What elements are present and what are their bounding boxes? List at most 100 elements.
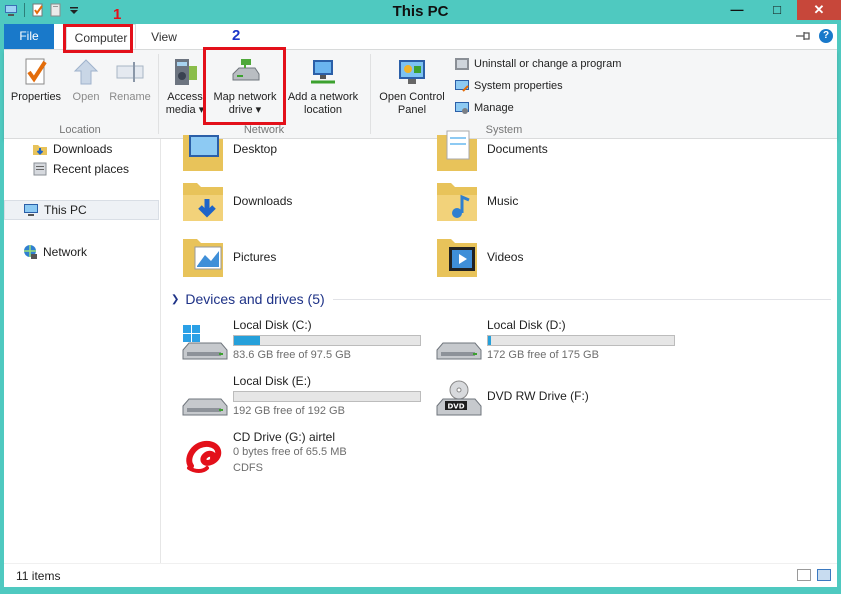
downloads-icon [33,145,47,155]
drive-usage-bar [233,391,421,402]
dvd-drive-icon: DVD [436,380,482,416]
highlight-map-network-drive [203,47,286,125]
view-toggle [797,569,831,581]
add-network-location-icon [311,60,335,84]
drive-usage-fill [488,336,491,345]
drive-name: CD Drive (G:) airtel [233,430,336,444]
close-button[interactable]: ✕ [797,0,841,20]
folder-label: Downloads [233,194,293,208]
desktop-folder-icon [183,135,223,171]
step-2-label: 2 [232,27,241,44]
uninstall-program-label: Uninstall or change a program [474,58,622,70]
highlight-computer-tab [63,24,133,53]
large-icons-view-icon[interactable] [817,569,831,581]
status-bar: 11 items [4,563,837,587]
add-network-location-label-1: Add a network [287,91,359,103]
rename-button[interactable]: Rename [106,56,154,104]
drive-free-space: 192 GB free of 192 GB [233,405,345,417]
recent-places-icon [33,162,47,176]
hard-drive-icon [436,342,482,360]
drive-name: Local Disk (E:) [233,374,312,388]
properties-button[interactable]: Properties [8,56,64,104]
folder-desktop[interactable]: Desktop [181,125,277,173]
access-media-label-1: Access [167,91,203,103]
airtel-cd-icon [186,440,222,473]
drive-e[interactable]: Local Disk (E:) 192 GB free of 192 GB [181,374,431,424]
ribbon-right-controls: ? [795,29,833,43]
drive-free-space: 83.6 GB free of 97.5 GB [233,349,352,361]
window-controls: — □ ✕ [717,0,841,20]
drive-usage-bar [487,335,675,346]
nav-item-downloads[interactable]: Downloads [4,139,159,159]
window-title: This PC [392,3,449,20]
nav-label-this-pc: This PC [44,203,87,217]
drive-free-space: 172 GB free of 175 GB [487,349,599,361]
title-bar: This PC — □ ✕ [0,0,841,24]
folder-downloads[interactable]: Downloads [181,177,292,225]
devices-group-header[interactable]: ❯ Devices and drives (5) [161,289,831,309]
open-label: Open [72,91,100,103]
folder-label: Desktop [233,142,278,156]
nav-label-downloads: Downloads [53,142,113,156]
minimize-button[interactable]: — [717,0,757,20]
group-separator [370,54,371,134]
access-media-icon [175,59,197,85]
open-control-panel-button[interactable]: Open Control Panel [374,56,450,117]
drive-name: DVD RW Drive (F:) [487,389,589,403]
uninstall-program-button[interactable]: Uninstall or change a program [454,54,621,74]
control-panel-icon [399,60,425,84]
navigation-pane: Downloads Recent places This PC Network [4,139,161,563]
tab-view[interactable]: View [144,24,184,49]
step-1-label: 1 [113,6,122,23]
nav-label-network: Network [43,245,88,259]
folder-documents[interactable]: Documents [435,125,548,173]
devices-group-title: Devices and drives (5) [185,291,325,307]
pictures-folder-icon [183,239,223,277]
add-network-location-label-2: location [304,104,342,116]
svg-text:DVD: DVD [447,403,464,411]
properties-label: Properties [10,91,62,103]
folder-pictures[interactable]: Pictures [181,233,276,281]
system-properties-label: System properties [474,80,563,92]
drive-usage-fill [234,336,261,345]
music-folder-icon [437,183,477,221]
folder-label: Documents [487,142,548,156]
drive-free-space: 0 bytes free of 65.5 MB [233,446,347,458]
nav-item-recent-places[interactable]: Recent places [4,159,159,179]
drive-g[interactable]: CD Drive (G:) airtel 0 bytes free of 65.… [181,430,431,480]
videos-folder-icon [437,239,477,277]
ribbon-computer: Properties Open Rename Location Access m… [4,50,837,139]
tab-file[interactable]: File [4,24,54,49]
this-pc-icon [24,204,38,216]
nav-label-recent-places: Recent places [53,162,130,176]
system-properties-button[interactable]: System properties [454,76,563,96]
help-icon[interactable]: ? [819,29,833,43]
add-network-location-button[interactable]: Add a network location [284,56,362,117]
system-drive-icon [182,325,228,360]
hard-drive-icon [182,398,228,416]
uninstall-icon [455,58,469,70]
group-divider [332,298,831,300]
nav-item-this-pc[interactable]: This PC [4,200,159,220]
drive-f[interactable]: DVD DVD RW Drive (F:) [435,374,685,424]
drive-c[interactable]: Local Disk (C:) 83.6 GB free of 97.5 GB [181,318,431,368]
manage-icon [455,102,469,114]
open-control-panel-label-1: Open Control [379,91,445,103]
content-pane: Desktop Documents Downloads Music Pictur… [161,130,837,563]
collapse-chevron-icon[interactable]: ❯ [171,294,179,305]
nav-item-network[interactable]: Network [4,242,159,262]
open-button[interactable]: Open [68,56,104,104]
documents-folder-icon [437,130,477,171]
group-separator [158,54,159,134]
access-media-button[interactable]: Access media ▾ [162,56,208,117]
drive-usage-bar [233,335,421,346]
details-view-icon[interactable] [797,569,811,581]
folder-music[interactable]: Music [435,177,518,225]
manage-button[interactable]: Manage [454,98,514,118]
drive-name: Local Disk (C:) [233,318,312,332]
pin-ribbon-icon[interactable] [795,30,811,42]
rename-icon [116,62,144,82]
folder-videos[interactable]: Videos [435,233,523,281]
drive-d[interactable]: Local Disk (D:) 172 GB free of 175 GB [435,318,685,368]
maximize-button[interactable]: □ [757,0,797,20]
